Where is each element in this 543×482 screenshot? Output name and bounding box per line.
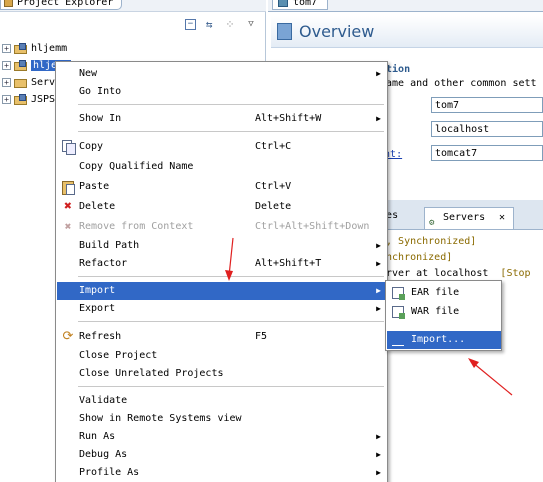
import-submenu: EAR file WAR file Import... [385, 280, 502, 351]
server-state: [Stop [500, 268, 531, 279]
expand-icon[interactable]: + [2, 77, 11, 87]
menu-item-export[interactable]: Export ▶ [57, 300, 387, 318]
refresh-icon: ⟳ [62, 329, 74, 344]
servers-icon: ⚙ [429, 218, 435, 228]
server-status-line: ynchronized] [380, 252, 453, 263]
host-name-field[interactable] [431, 121, 543, 137]
server-row[interactable]: erver at localhost [Stop [380, 268, 531, 279]
submenu-arrow-icon: ▶ [376, 114, 381, 123]
delete-icon: ✖ [64, 199, 72, 214]
context-menu: New ▶ Go Into Show In Alt+Shift+W ▶ Copy Ctr… [55, 61, 388, 482]
explorer-tab[interactable]: Project Explorer [0, 0, 123, 10]
menu-item-import[interactable]: Import ▶ [57, 282, 387, 300]
expand-icon[interactable]: + [2, 43, 11, 53]
menu-separator [78, 131, 384, 132]
tree-item-label: JSPS [31, 93, 56, 105]
submenu-arrow-icon: ▶ [376, 468, 381, 477]
menu-item-refresh[interactable]: ⟳ Refresh F5 [57, 328, 387, 346]
menu-item-copy-qualified-name[interactable]: Copy Qualified Name [57, 158, 387, 176]
tree-item-label: hljemm [31, 42, 68, 54]
view-menu-icon[interactable]: ▽ [243, 16, 259, 32]
tree-item-project[interactable]: + hljemm [2, 40, 67, 56]
expand-icon[interactable]: + [2, 60, 11, 70]
menu-item-copy[interactable]: Copy Ctrl+C [57, 138, 387, 156]
menu-separator [78, 321, 384, 322]
import-icon [392, 334, 404, 346]
menu-separator [78, 386, 384, 387]
submenu-arrow-icon: ▶ [376, 304, 381, 313]
menu-item-new[interactable]: New ▶ [57, 65, 387, 83]
menu-item-go-into[interactable]: Go Into [57, 83, 387, 101]
submenu-arrow-icon: ▶ [376, 286, 381, 295]
overview-header: Overview [271, 16, 543, 48]
explorer-toolbar: − ⇆ ⁘ ▽ [185, 14, 259, 34]
server-row-label: erver at localhost [380, 268, 489, 279]
project-icon [14, 93, 27, 105]
close-icon[interactable]: ✕ [499, 208, 505, 228]
explorer-tab-bar: Project Explorer [0, 0, 266, 12]
project-icon [14, 59, 27, 71]
menu-item-show-in[interactable]: Show In Alt+Shift+W ▶ [57, 110, 387, 128]
submenu-arrow-icon: ▶ [376, 241, 381, 250]
link-editor-icon[interactable]: ⇆ [201, 16, 217, 32]
editor-tab-bar: tom7 [268, 0, 543, 12]
submenu-arrow-icon: ▶ [376, 432, 381, 441]
remove-context-icon: ✖ [64, 220, 72, 233]
folder-icon [4, 0, 13, 7]
server-icon [278, 0, 288, 7]
menu-separator [78, 104, 384, 105]
menu-separator [78, 276, 384, 277]
tab-servers[interactable]: ⚙ Servers ✕ [424, 207, 514, 229]
menu-item-close-unrelated-projects[interactable]: Close Unrelated Projects [57, 365, 387, 383]
menu-item-close-project[interactable]: Close Project [57, 347, 387, 365]
menu-item-profile-as[interactable]: Profile As ▶ [57, 464, 387, 482]
menu-item-debug-as[interactable]: Debug As ▶ [57, 446, 387, 464]
menu-item-validate[interactable]: Validate [57, 392, 387, 410]
project-icon [14, 42, 27, 54]
server-name-field[interactable] [431, 97, 543, 113]
collapse-all-icon[interactable]: − [185, 18, 196, 30]
menu-item-remove-from-context[interactable]: ✖ Remove from Context Ctrl+Alt+Shift+Down [57, 218, 387, 236]
paste-icon [61, 180, 75, 195]
submenu-item-war-file[interactable]: WAR file [387, 303, 501, 321]
menu-item-run-as[interactable]: Run As ▶ [57, 428, 387, 446]
submenu-item-import[interactable]: Import... [387, 331, 501, 349]
expand-icon[interactable]: + [2, 94, 11, 104]
tree-item-jsps[interactable]: + JSPS [2, 91, 55, 107]
page-title: Overview [299, 22, 375, 41]
menu-item-delete[interactable]: ✖ Delete Delete [57, 198, 387, 216]
menu-item-show-remote-systems[interactable]: Show in Remote Systems view [57, 410, 387, 428]
submenu-arrow-icon: ▶ [376, 259, 381, 268]
menu-item-paste[interactable]: Paste Ctrl+V [57, 178, 387, 196]
explorer-tab-label: Project Explorer [17, 0, 114, 8]
war-file-icon [392, 306, 405, 319]
submenu-item-ear-file[interactable]: EAR file [387, 284, 501, 302]
overview-icon [277, 23, 292, 40]
tab-servers-label: Servers [443, 212, 486, 223]
submenu-arrow-icon: ▶ [376, 69, 381, 78]
submenu-arrow-icon: ▶ [376, 450, 381, 459]
folder-icon [14, 77, 27, 88]
server-status-line: d, Synchronized] [380, 236, 477, 247]
editor-tab[interactable]: tom7 [272, 0, 329, 10]
menu-item-build-path[interactable]: Build Path ▶ [57, 237, 387, 255]
runtime-environment-field[interactable] [431, 145, 543, 161]
menu-item-refactor[interactable]: Refactor Alt+Shift+T ▶ [57, 255, 387, 273]
section-description: name and other common sett [380, 78, 537, 89]
ear-file-icon [392, 287, 405, 300]
copy-icon [61, 140, 76, 155]
editor-tab-label: tom7 [293, 0, 318, 8]
filter-icon[interactable]: ⁘ [222, 16, 238, 32]
